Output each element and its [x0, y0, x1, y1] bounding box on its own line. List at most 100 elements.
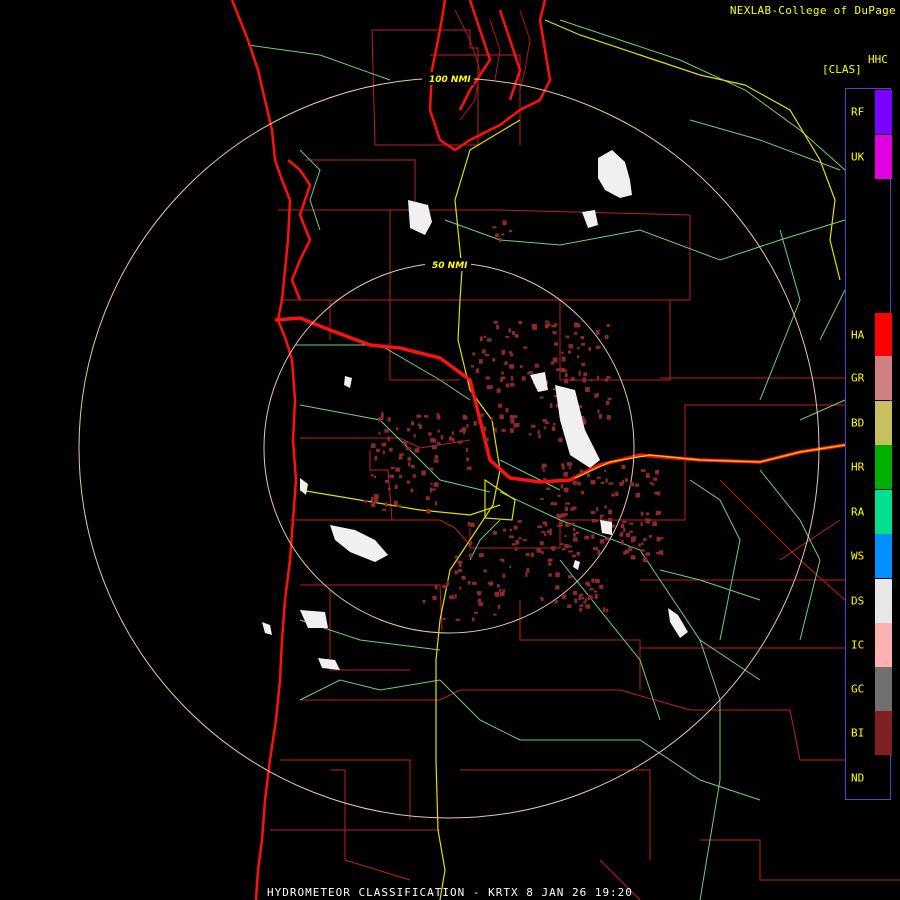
legend-swatch-ha	[875, 313, 892, 357]
bi-echo-pixel	[570, 507, 575, 511]
bi-echo-pixel	[446, 580, 450, 585]
bi-echo-pixel	[568, 343, 573, 349]
bi-echo-pixel	[429, 467, 434, 471]
bi-echo-pixel	[547, 323, 551, 326]
bi-echo-pixel	[554, 502, 558, 506]
bi-echo-pixel	[385, 479, 390, 483]
bi-echo-pixel	[490, 417, 494, 422]
bi-echo-pixel	[574, 322, 579, 328]
bi-echo-pixel	[604, 334, 609, 339]
bi-echo-pixel	[573, 527, 576, 532]
legend-swatch-ds	[875, 579, 892, 623]
bi-echo-pixel	[606, 400, 610, 405]
bi-echo-pixel	[483, 569, 487, 573]
bi-echo-pixel	[552, 331, 557, 335]
bi-echo-pixel	[560, 367, 566, 372]
bi-echo-pixel	[434, 501, 438, 506]
bi-echo-pixel	[573, 533, 576, 537]
bi-echo-pixel	[421, 470, 426, 476]
bi-echo-pixel	[552, 357, 558, 363]
legend-swatch-ic	[875, 623, 892, 667]
bi-echo-pixel	[641, 542, 644, 546]
bi-echo-pixel	[540, 497, 544, 500]
bi-echo-pixel	[554, 547, 556, 550]
bi-echo-pixel	[632, 539, 636, 542]
bi-echo-pixel	[561, 356, 566, 362]
bi-echo-pixel	[630, 555, 636, 560]
legend-swatch-ra	[875, 490, 892, 534]
bi-echo-pixel	[457, 440, 463, 444]
bi-echo-pixel	[387, 417, 391, 422]
bi-echo-pixel	[433, 459, 439, 463]
bi-echo-pixel	[539, 396, 544, 399]
bi-echo-pixel	[508, 328, 511, 333]
bi-echo-pixel	[511, 543, 516, 546]
bi-echo-pixel	[574, 598, 578, 603]
product-mode: [CLAS]	[822, 63, 862, 76]
bi-echo-pixel	[436, 415, 441, 420]
bi-echo-pixel	[560, 463, 565, 467]
bi-echo-pixel	[572, 480, 578, 485]
bi-echo-pixel	[495, 233, 499, 238]
bi-echo-pixel	[640, 549, 645, 552]
bi-echo-pixel	[541, 531, 546, 534]
bi-echo-pixel	[540, 596, 543, 600]
bi-echo-pixel	[515, 539, 519, 545]
bi-echo-pixel	[472, 352, 476, 356]
bi-echo-pixel	[567, 575, 573, 579]
bi-echo-pixel	[642, 557, 648, 563]
bi-echo-pixel	[564, 507, 568, 511]
bi-echo-pixel	[509, 428, 514, 433]
bi-echo-pixel	[466, 423, 469, 428]
bi-echo-pixel	[370, 443, 376, 448]
bi-echo-pixel	[497, 604, 501, 609]
bi-echo-pixel	[564, 544, 569, 549]
bi-echo-pixel	[578, 595, 582, 601]
bi-echo-pixel	[615, 491, 619, 497]
bi-echo-pixel	[558, 521, 563, 527]
bi-echo-pixel	[552, 423, 556, 426]
bi-echo-pixel	[585, 387, 590, 392]
bi-echo-pixel	[635, 483, 640, 487]
bi-echo-pixel	[417, 423, 421, 427]
bi-echo-pixel	[599, 414, 603, 419]
bi-echo-pixel	[425, 496, 430, 501]
bi-echo-pixel	[384, 429, 389, 433]
legend-label-bi: BI	[851, 726, 865, 740]
bi-echo-pixel	[534, 363, 539, 368]
legend-swatch-gc	[875, 667, 892, 711]
bi-echo-pixel	[385, 502, 388, 507]
bi-echo-pixel	[474, 611, 478, 614]
bi-echo-pixel	[484, 354, 490, 357]
bi-echo-pixel	[371, 503, 376, 507]
bi-echo-pixel	[564, 373, 568, 378]
bi-echo-pixel	[389, 474, 394, 478]
bi-echo-pixel	[414, 449, 420, 453]
bi-echo-pixel	[651, 482, 655, 486]
bi-echo-pixel	[413, 433, 416, 438]
bi-echo-pixel	[549, 528, 552, 533]
bi-echo-pixel	[462, 414, 467, 420]
bi-echo-pixel	[564, 534, 567, 538]
bi-echo-pixel	[394, 484, 398, 489]
bi-echo-pixel	[373, 494, 379, 499]
bi-echo-pixel	[426, 508, 431, 514]
bi-echo-pixel	[454, 570, 458, 575]
bi-echo-pixel	[410, 464, 415, 469]
bi-echo-pixel	[482, 349, 486, 354]
bi-echo-pixel	[555, 572, 560, 578]
bi-echo-pixel	[565, 502, 570, 505]
range-ring-100-label: 100 NMI	[429, 75, 471, 85]
bi-echo-pixel	[573, 537, 578, 542]
bi-echo-pixel	[581, 491, 585, 495]
bi-echo-pixel	[473, 421, 477, 426]
bi-echo-pixel	[459, 563, 462, 567]
bi-echo-pixel	[605, 608, 609, 612]
bi-echo-pixel	[604, 537, 610, 541]
bi-echo-pixel	[494, 427, 497, 433]
bi-echo-pixel	[579, 604, 584, 607]
bi-echo-pixel	[472, 581, 477, 585]
bi-echo-pixel	[526, 568, 530, 573]
bi-echo-pixel	[513, 525, 518, 530]
bi-echo-pixel	[402, 441, 408, 445]
